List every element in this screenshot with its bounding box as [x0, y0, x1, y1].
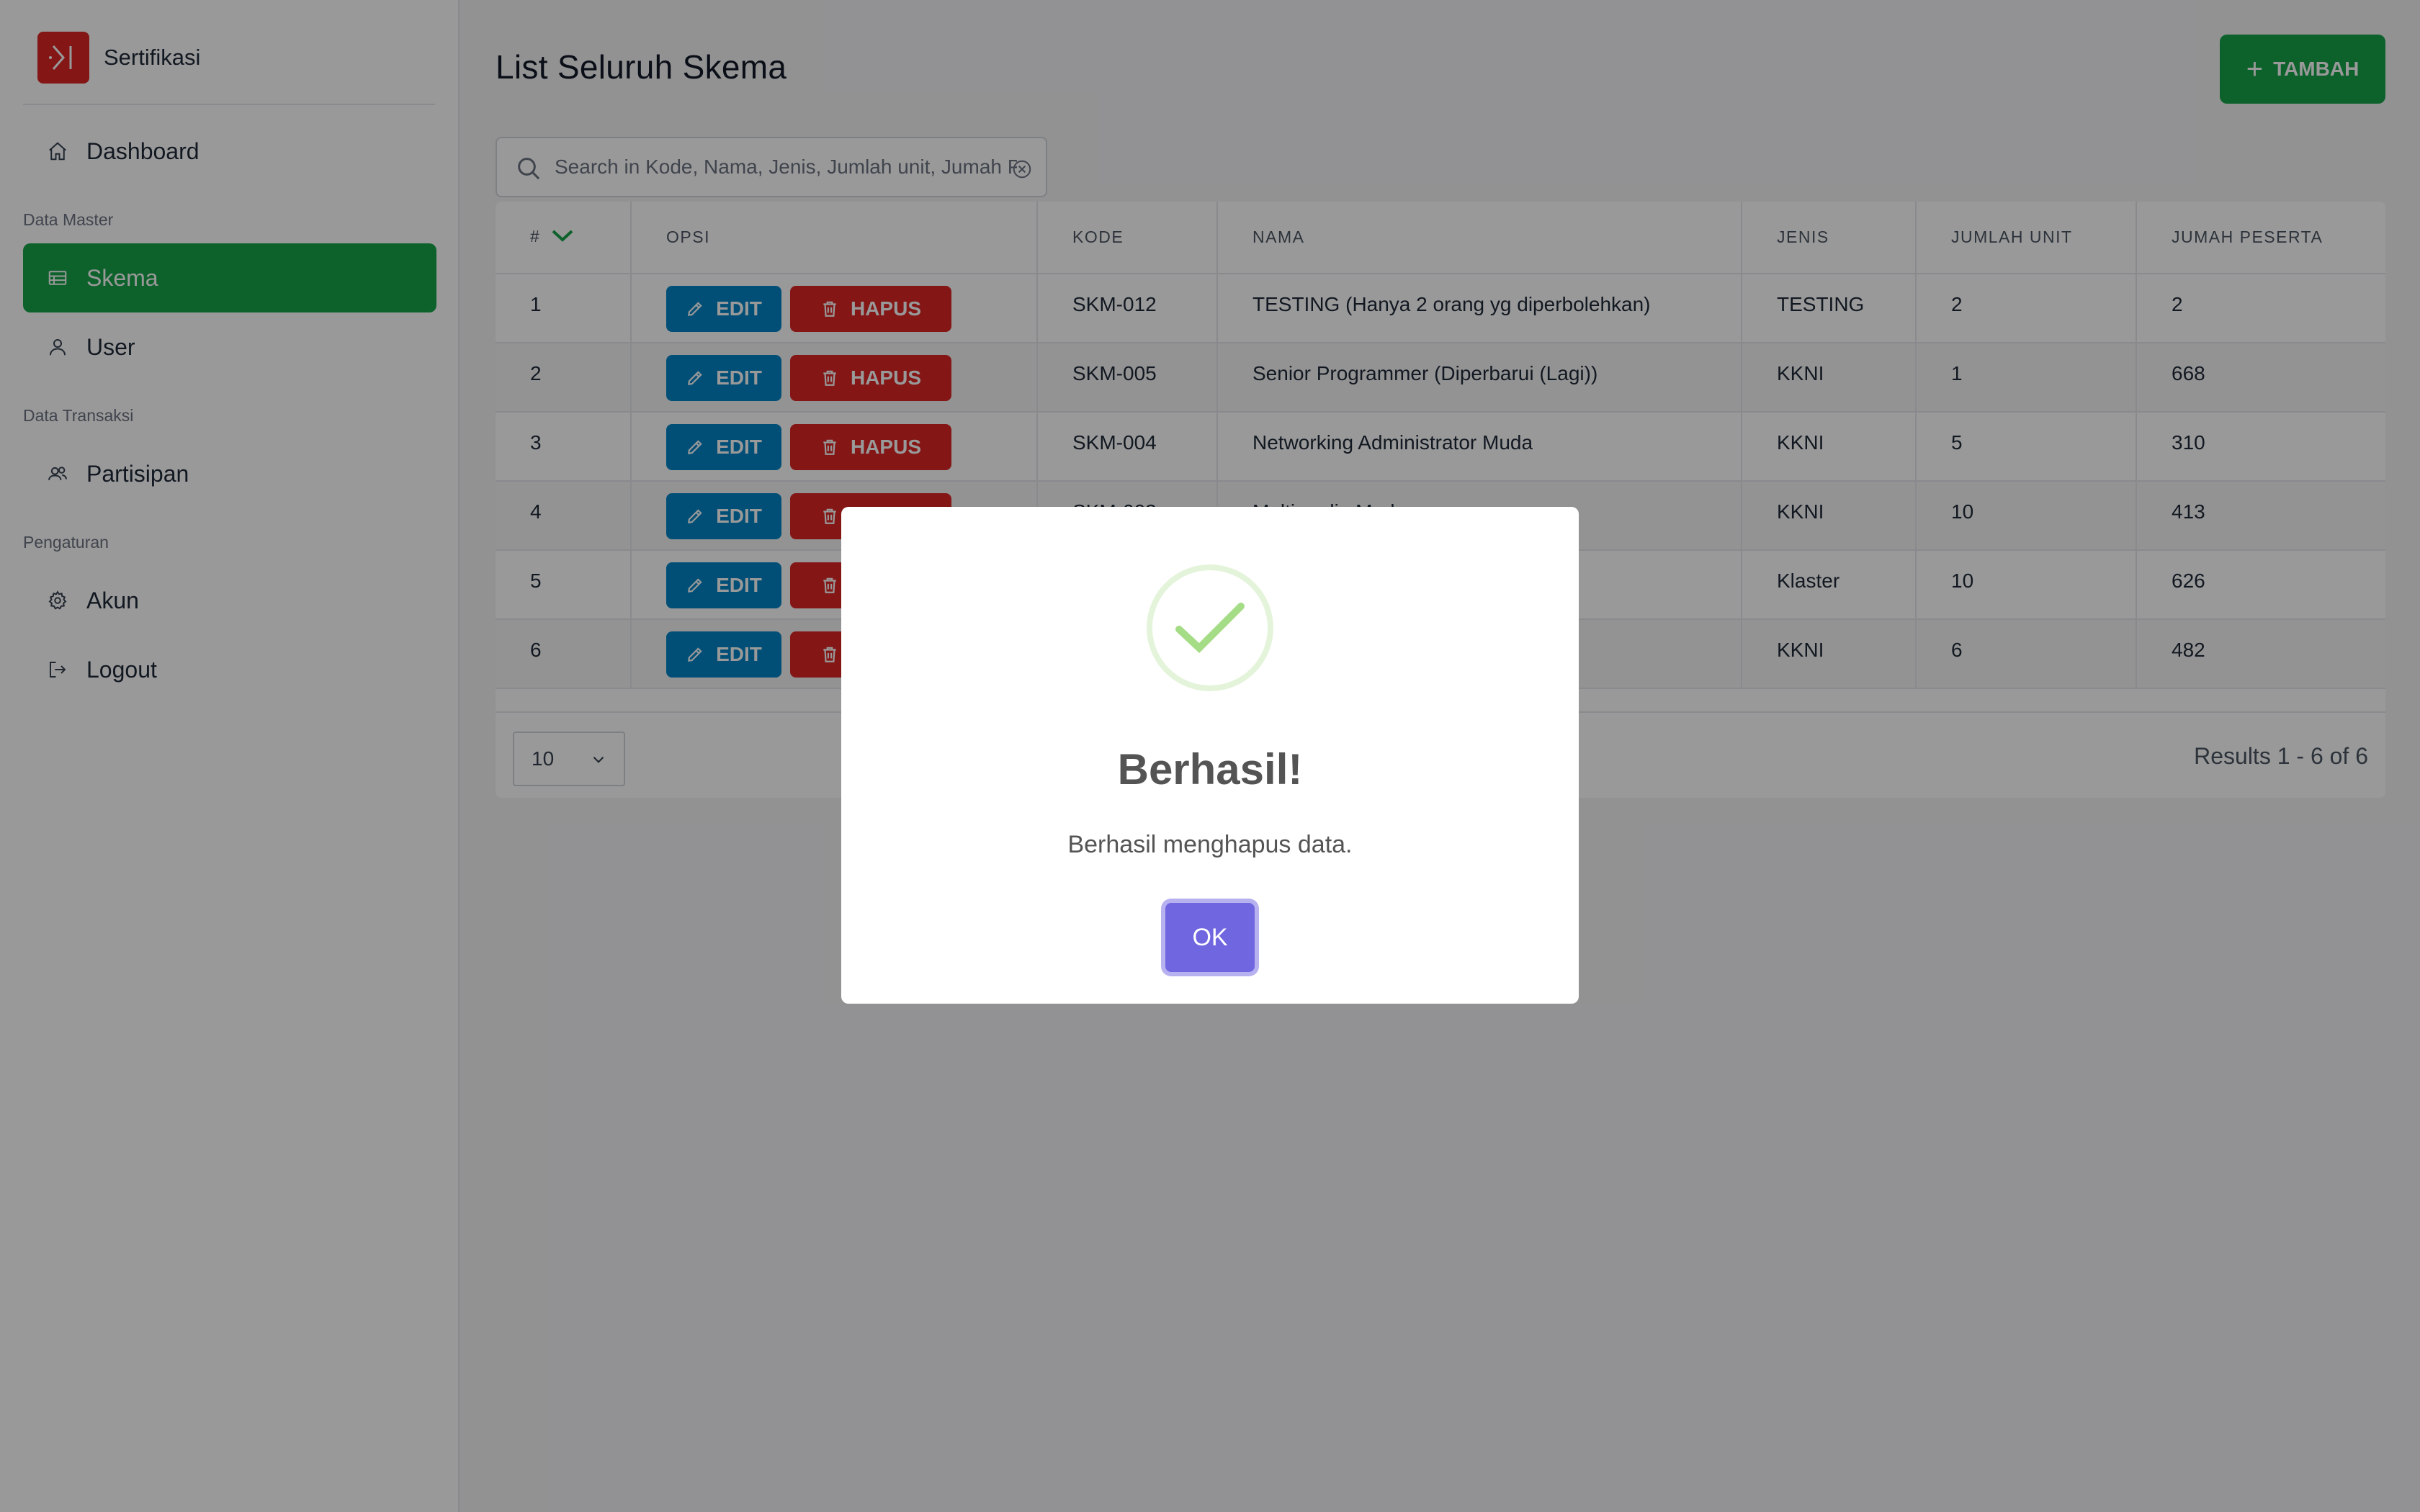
ok-button[interactable]: OK [1165, 903, 1255, 972]
dialog-message: Berhasil menghapus data. [1067, 831, 1353, 858]
dialog-title: Berhasil! [1117, 745, 1303, 793]
success-check-icon [1147, 564, 1273, 691]
success-dialog: Berhasil! Berhasil menghapus data. OK [841, 507, 1579, 1004]
